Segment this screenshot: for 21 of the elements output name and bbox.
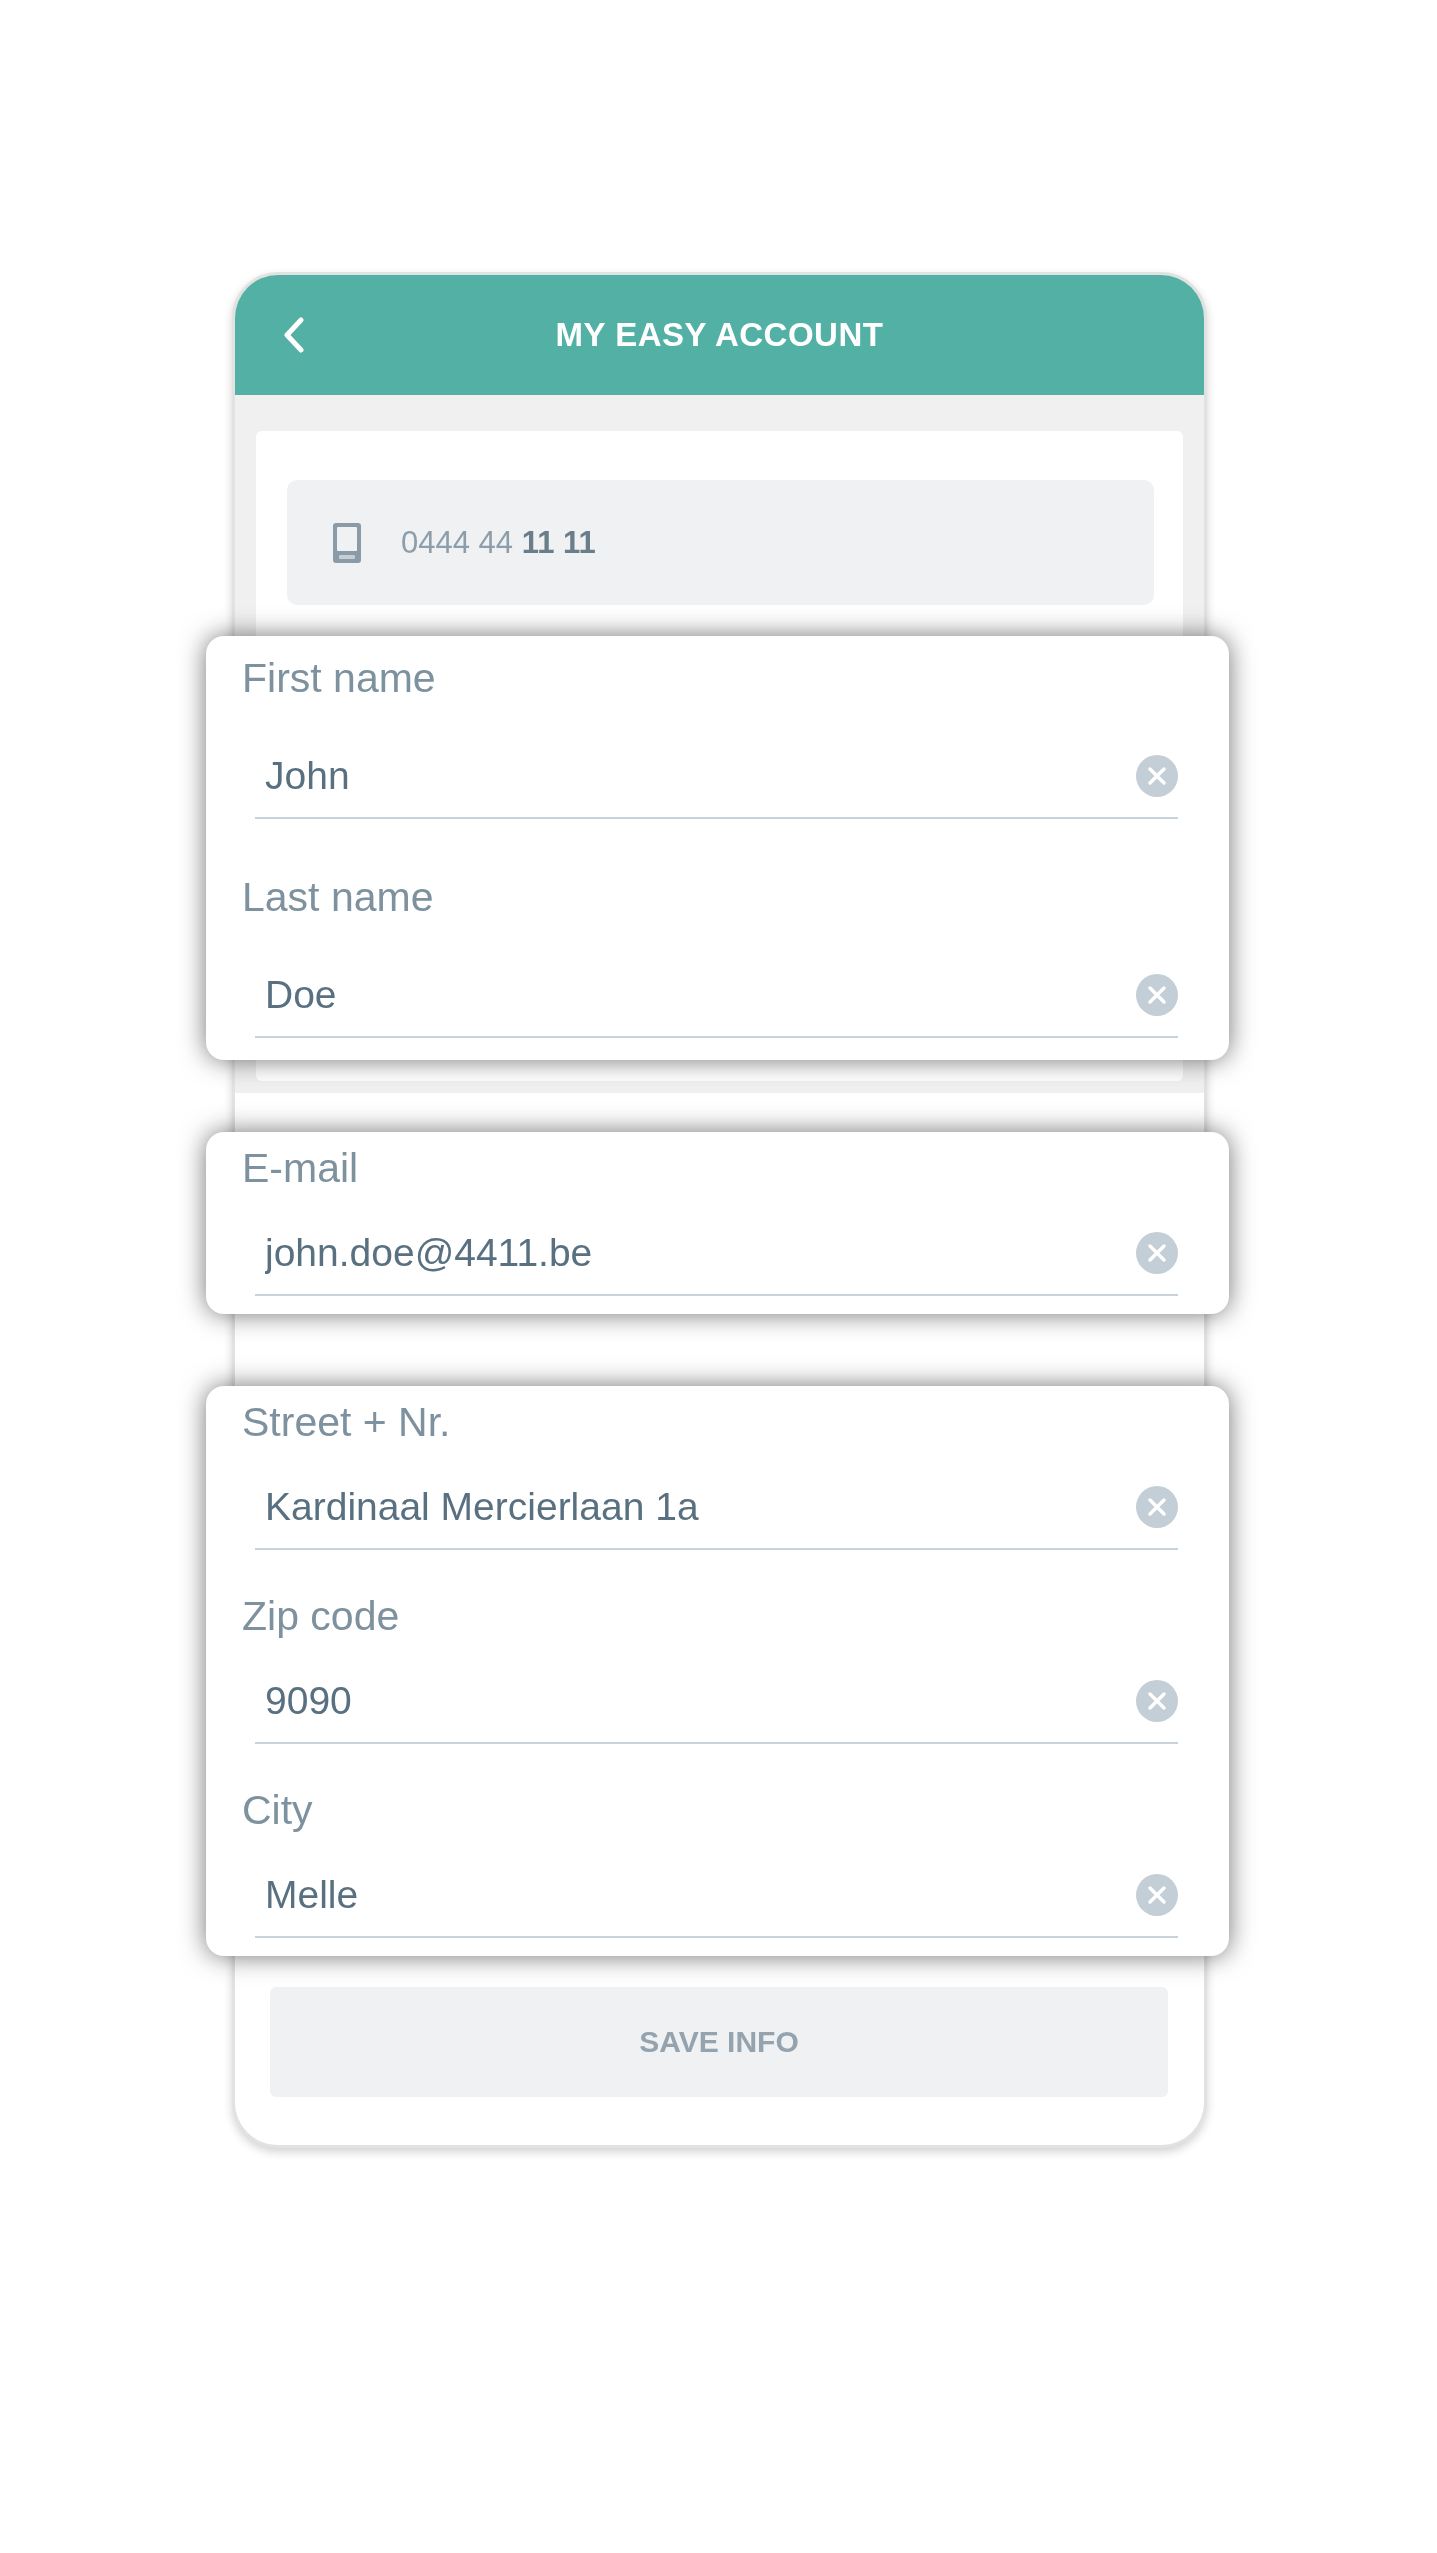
mobile-phone-icon bbox=[331, 520, 363, 565]
field-label: Last name bbox=[242, 873, 434, 922]
field-label: Zip code bbox=[242, 1592, 400, 1641]
field-label: City bbox=[242, 1786, 313, 1835]
clear-icon[interactable] bbox=[1136, 755, 1178, 797]
clear-icon[interactable] bbox=[1136, 1232, 1178, 1274]
text-field[interactable]: 9090 bbox=[255, 1660, 1124, 1742]
back-icon[interactable] bbox=[281, 317, 307, 353]
field-label: E-mail bbox=[242, 1144, 359, 1193]
text-field[interactable]: Melle bbox=[255, 1854, 1124, 1936]
clear-icon[interactable] bbox=[1136, 1874, 1178, 1916]
field-label: Street + Nr. bbox=[242, 1398, 451, 1447]
field-label: First name bbox=[242, 654, 436, 703]
clear-icon[interactable] bbox=[1136, 974, 1178, 1016]
text-field[interactable]: John bbox=[255, 735, 1124, 817]
text-field[interactable]: Kardinaal Mercierlaan 1a bbox=[255, 1466, 1124, 1548]
clear-icon[interactable] bbox=[1136, 1680, 1178, 1722]
phone-number-field[interactable]: 0444 44 11 11 bbox=[287, 480, 1154, 605]
clear-icon[interactable] bbox=[1136, 1486, 1178, 1528]
screen-title: MY EASY ACCOUNT bbox=[555, 316, 884, 354]
text-field[interactable]: Doe bbox=[255, 954, 1124, 1036]
